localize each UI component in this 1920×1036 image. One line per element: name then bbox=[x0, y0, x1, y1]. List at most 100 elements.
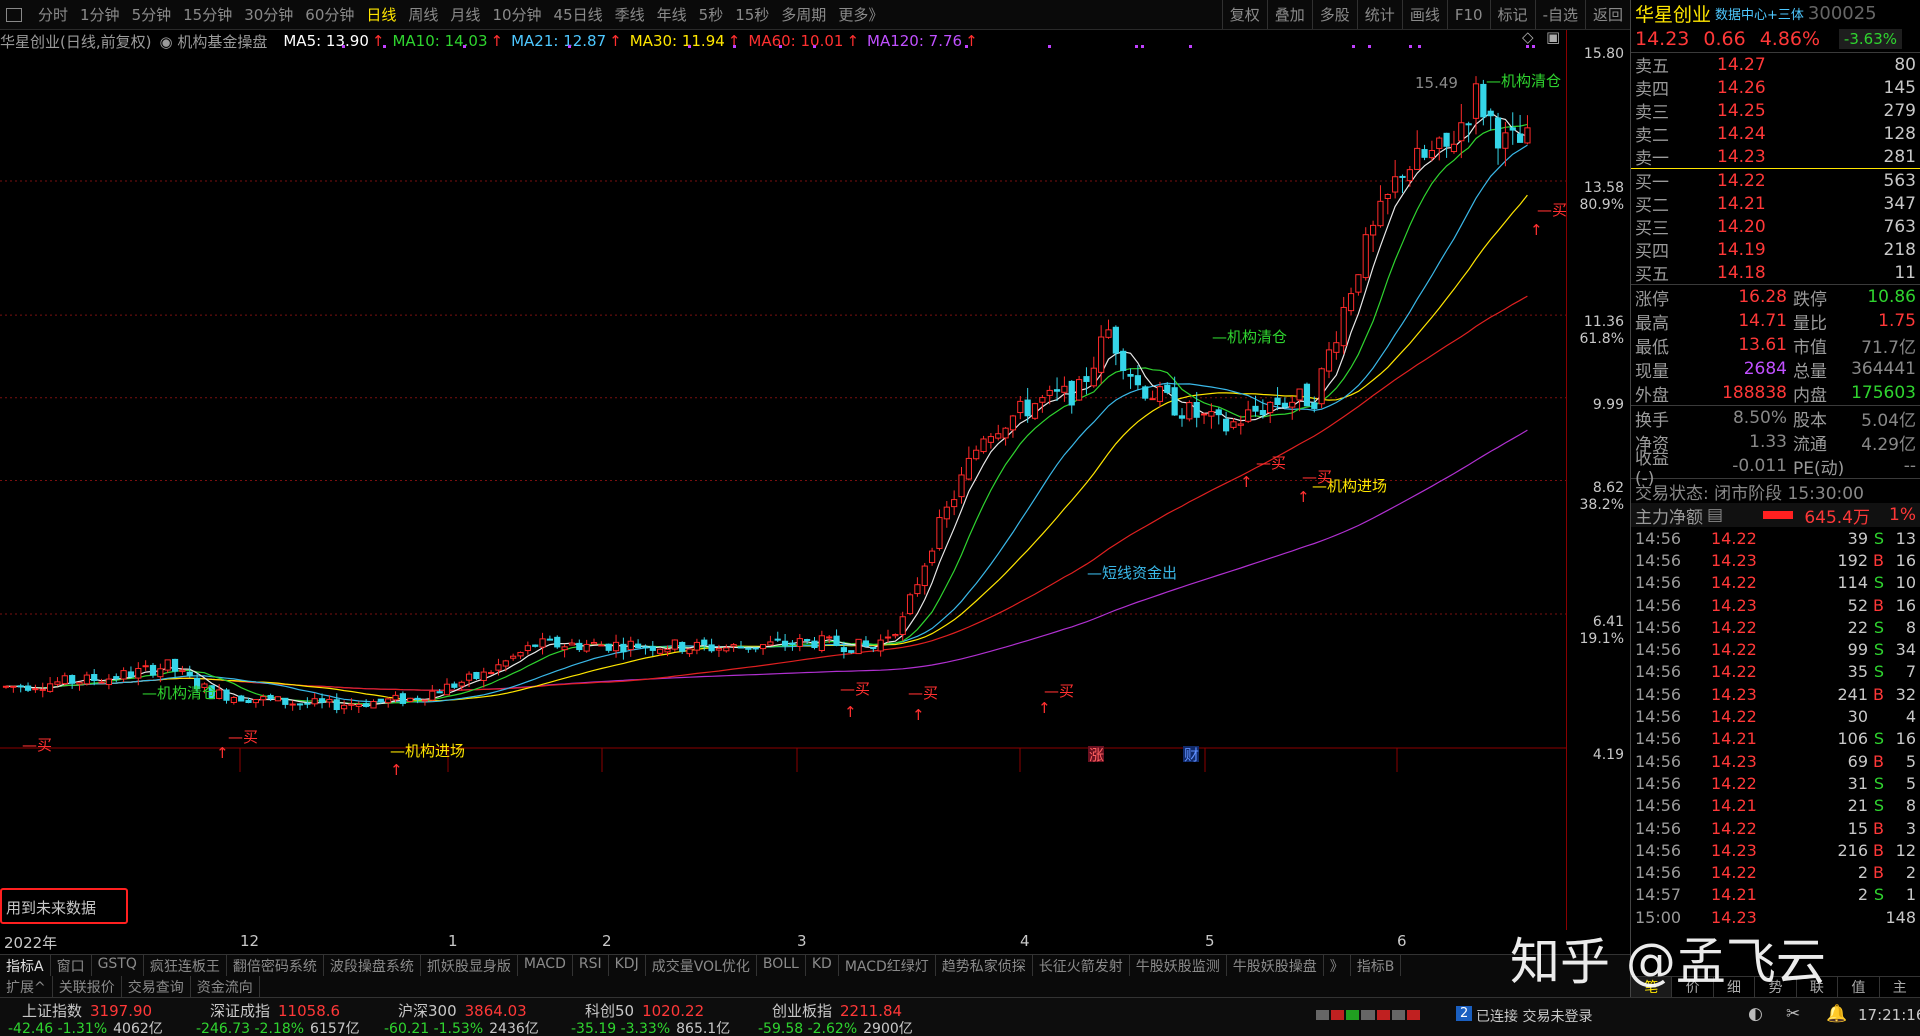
order-level[interactable]: 卖二 14.24 128 bbox=[1631, 122, 1920, 147]
candle-body bbox=[488, 672, 495, 675]
indicator-tab[interactable]: 长征火箭发射 bbox=[1033, 955, 1130, 976]
indicator-tab[interactable]: 指标A bbox=[0, 955, 51, 976]
tick-list[interactable]: 14:56 14.22 39 S 13 14:56 14.23 192 B 16 14:56 14.2… bbox=[1631, 527, 1920, 928]
period-tab[interactable]: 月线 bbox=[444, 4, 486, 25]
toolbar-button[interactable]: F10 bbox=[1446, 0, 1490, 29]
stock-name[interactable]: 华星创业 bbox=[1635, 0, 1711, 27]
indicator-tab[interactable]: RSI bbox=[573, 955, 609, 976]
indicator-tab[interactable]: 成交量VOL优化 bbox=[646, 955, 757, 976]
period-tab[interactable]: 多周期 bbox=[775, 4, 832, 25]
period-tab[interactable]: 周线 bbox=[402, 4, 444, 25]
period-tab[interactable]: 日线 bbox=[360, 4, 402, 25]
tools-icon[interactable]: ✂ bbox=[1786, 1004, 1800, 1024]
period-tab[interactable]: 15秒 bbox=[729, 4, 775, 25]
tick-time: 14:56 bbox=[1635, 684, 1682, 704]
indicator-tab[interactable]: KDJ bbox=[609, 955, 646, 976]
tick-time: 14:56 bbox=[1635, 840, 1682, 860]
indicator-tab[interactable]: 波段操盘系统 bbox=[324, 955, 421, 976]
stock-tag[interactable]: 数据中心+三体 bbox=[1715, 4, 1804, 23]
stat-label: 跌停 bbox=[1793, 289, 1827, 310]
candle-body bbox=[421, 699, 429, 702]
indicator-tab[interactable]: KD bbox=[806, 955, 839, 976]
indicator-tab[interactable]: 抓妖股显身版 bbox=[421, 955, 518, 976]
period-tab[interactable]: 5秒 bbox=[693, 4, 730, 25]
candle-body bbox=[657, 648, 664, 654]
period-tab[interactable]: 分时 bbox=[32, 4, 74, 25]
order-level[interactable]: 卖五 14.27 80 bbox=[1631, 53, 1920, 78]
main-money-flow[interactable]: 主力净额 ▤ 645.4万 1% bbox=[1631, 503, 1920, 528]
candle-body bbox=[1017, 400, 1024, 414]
extension-tab[interactable]: 资金流向 bbox=[191, 976, 260, 997]
period-tab[interactable]: 10分钟 bbox=[486, 4, 547, 25]
candle-body bbox=[892, 634, 899, 637]
period-tab[interactable]: 年线 bbox=[651, 4, 693, 25]
stat-label: 内盘 bbox=[1793, 385, 1827, 406]
candle-body bbox=[1009, 415, 1017, 431]
indicator-tab[interactable]: 》 bbox=[1324, 955, 1351, 976]
order-level[interactable]: 买五 14.18 11 bbox=[1631, 261, 1920, 286]
toolbar-button[interactable]: 返回 bbox=[1584, 0, 1630, 29]
order-level[interactable]: 买三 14.20 763 bbox=[1631, 215, 1920, 240]
window-menu-icon[interactable] bbox=[6, 7, 22, 22]
signal-dot bbox=[463, 45, 466, 48]
order-level[interactable]: 买四 14.19 218 bbox=[1631, 238, 1920, 263]
quote-tab[interactable]: 值 bbox=[1838, 977, 1880, 997]
candle-body bbox=[642, 646, 649, 649]
toolbar-button[interactable]: -自选 bbox=[1534, 0, 1585, 29]
period-tab[interactable]: 5分钟 bbox=[126, 4, 178, 25]
period-tab[interactable]: 30分钟 bbox=[238, 4, 299, 25]
candle-body bbox=[304, 702, 311, 705]
toolbar-button[interactable]: 多股 bbox=[1311, 0, 1357, 29]
indicator-tab[interactable]: GSTQ bbox=[92, 955, 144, 976]
candle-body bbox=[10, 685, 17, 688]
extension-tab[interactable]: 关联报价 bbox=[53, 976, 122, 997]
order-level[interactable]: 卖一 14.23 281 bbox=[1631, 145, 1920, 170]
toolbar-button[interactable]: 统计 bbox=[1356, 0, 1402, 29]
quote-tab[interactable]: 主 bbox=[1880, 977, 1920, 997]
index-change: -59.58 -2.62% 2900亿 bbox=[758, 1018, 913, 1036]
candle-body bbox=[884, 636, 892, 639]
candle-body bbox=[260, 696, 267, 701]
annotation-clear: —机构清仓 bbox=[1212, 328, 1287, 346]
extension-tab[interactable]: 扩展^ bbox=[0, 976, 53, 997]
candle-body bbox=[1450, 143, 1458, 153]
tick-time: 14:57 bbox=[1635, 885, 1682, 905]
candlestick-chart[interactable]: —机构清仓15.49—机构清仓—机构清仓—机构进场—机构进场—短线资金出—买—买… bbox=[0, 30, 1630, 930]
indicator-tab[interactable]: 翻倍密码系统 bbox=[227, 955, 324, 976]
tick-price: 14.22 bbox=[1711, 773, 1757, 793]
toolbar-button[interactable]: 画线 bbox=[1401, 0, 1447, 29]
indicator-tab[interactable]: MACD bbox=[518, 955, 573, 976]
indicator-tab[interactable]: 牛股妖股操盘 bbox=[1227, 955, 1324, 976]
period-tab[interactable]: 1分钟 bbox=[74, 4, 126, 25]
period-tab[interactable]: 15分钟 bbox=[177, 4, 238, 25]
indicator-tab[interactable]: 疯狂连板王 bbox=[144, 955, 227, 976]
index-chg: -60.21 bbox=[384, 1021, 434, 1036]
order-level[interactable]: 买二 14.21 347 bbox=[1631, 192, 1920, 217]
period-tab[interactable]: 季线 bbox=[609, 4, 651, 25]
extension-tab[interactable]: 交易查询 bbox=[122, 976, 191, 997]
indicator-tab[interactable]: MACD红绿灯 bbox=[839, 955, 936, 976]
indicator-tab[interactable]: 牛股妖股监测 bbox=[1130, 955, 1227, 976]
indicator-tab[interactable]: BOLL bbox=[757, 955, 806, 976]
signal-dot bbox=[1368, 45, 1371, 48]
toolbar-button[interactable]: 叠加 bbox=[1266, 0, 1312, 29]
index-chg: -42.46 bbox=[8, 1021, 58, 1036]
connection-status[interactable]: 已连接 交易未登录 bbox=[1476, 1006, 1592, 1026]
tick-side: B bbox=[1873, 840, 1884, 860]
indicator-tab[interactable]: 指标B bbox=[1351, 955, 1402, 976]
period-tab[interactable]: 45日线 bbox=[548, 4, 609, 25]
toolbar-button[interactable]: 标记 bbox=[1489, 0, 1535, 29]
period-tab[interactable]: 更多》 bbox=[832, 4, 889, 25]
order-level[interactable]: 买一 14.22 563 bbox=[1631, 169, 1920, 194]
tick-volume: 106 bbox=[1837, 729, 1868, 749]
indicator-tab[interactable]: 窗口 bbox=[51, 955, 92, 976]
order-level[interactable]: 卖三 14.25 279 bbox=[1631, 99, 1920, 124]
stat-value: 71.7亿 bbox=[1861, 337, 1916, 358]
order-level[interactable]: 卖四 14.26 145 bbox=[1631, 76, 1920, 101]
indicator-tab[interactable]: 趋势私家侦探 bbox=[936, 955, 1033, 976]
bell-icon[interactable]: 🔔 bbox=[1826, 1004, 1847, 1024]
refresh-icon[interactable]: ◐ bbox=[1748, 1004, 1763, 1024]
toolbar-button[interactable]: 复权 bbox=[1221, 0, 1267, 29]
period-tab[interactable]: 60分钟 bbox=[299, 4, 360, 25]
level-volume: 279 bbox=[1883, 100, 1916, 121]
